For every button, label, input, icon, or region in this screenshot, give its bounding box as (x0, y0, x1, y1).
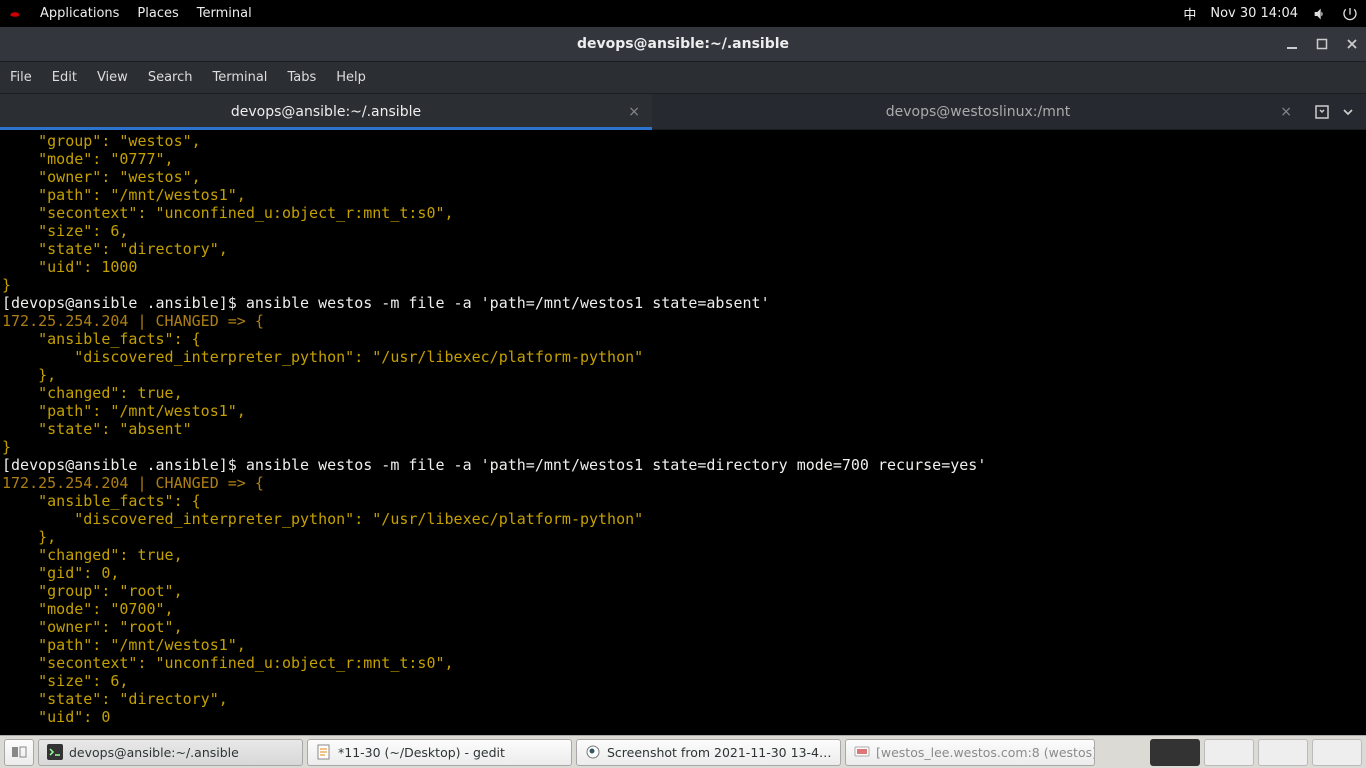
distro-logo-icon (8, 7, 22, 21)
applications-menu[interactable]: Applications (40, 6, 119, 21)
task-bar: devops@ansible:~/.ansible *11-30 (~/Desk… (0, 735, 1366, 768)
power-icon[interactable] (1342, 6, 1358, 22)
menu-view[interactable]: View (97, 70, 128, 85)
menu-search[interactable]: Search (148, 70, 193, 85)
terminal-output[interactable]: "group": "westos", "mode": "0777", "owne… (0, 130, 1366, 735)
tab-label: devops@westoslinux:/mnt (886, 104, 1070, 120)
virt-icon (854, 744, 870, 760)
menu-bar: File Edit View Search Terminal Tabs Help (0, 62, 1366, 94)
maximize-button[interactable] (1314, 36, 1330, 52)
task-label: [westos_lee.westos.com:8 (westos)… (876, 745, 1095, 760)
terminal-icon (47, 744, 63, 760)
tab-label: devops@ansible:~/.ansible (231, 104, 421, 120)
clock[interactable]: Nov 30 14:04 (1210, 6, 1298, 21)
window-titlebar[interactable]: devops@ansible:~/.ansible (0, 27, 1366, 62)
tray-slot[interactable] (1150, 739, 1200, 766)
task-gedit[interactable]: *11-30 (~/Desktop) - gedit (307, 739, 572, 766)
task-label: devops@ansible:~/.ansible (69, 745, 239, 760)
tray-slot[interactable] (1204, 739, 1254, 766)
task-label: Screenshot from 2021-11-30 13-4… (607, 745, 831, 760)
minimize-button[interactable] (1284, 36, 1300, 52)
task-image-viewer[interactable]: Screenshot from 2021-11-30 13-4… (576, 739, 841, 766)
menu-tabs[interactable]: Tabs (287, 70, 316, 85)
eye-icon (585, 744, 601, 760)
top-panel: Applications Places Terminal 中 Nov 30 14… (0, 0, 1366, 27)
volume-icon[interactable] (1312, 6, 1328, 22)
task-label: *11-30 (~/Desktop) - gedit (338, 745, 505, 760)
active-app-label[interactable]: Terminal (197, 6, 252, 21)
workspace-switcher[interactable] (4, 739, 34, 766)
menu-file[interactable]: File (10, 70, 32, 85)
terminal-window: devops@ansible:~/.ansible File Edit View… (0, 27, 1366, 735)
window-title: devops@ansible:~/.ansible (577, 36, 789, 52)
tab-ansible[interactable]: devops@ansible:~/.ansible × (0, 94, 652, 129)
new-tab-button[interactable] (1314, 104, 1330, 120)
menu-terminal[interactable]: Terminal (212, 70, 267, 85)
tab-strip: devops@ansible:~/.ansible × devops@westo… (0, 94, 1366, 130)
places-menu[interactable]: Places (137, 6, 178, 21)
task-terminal[interactable]: devops@ansible:~/.ansible (38, 739, 303, 766)
tab-westoslinux[interactable]: devops@westoslinux:/mnt × (652, 94, 1304, 129)
system-tray (1150, 739, 1362, 766)
close-tab-icon[interactable]: × (1280, 104, 1292, 120)
input-method-indicator[interactable]: 中 (1183, 4, 1196, 23)
close-button[interactable] (1344, 36, 1360, 52)
tray-slot[interactable] (1258, 739, 1308, 766)
tray-slot[interactable] (1312, 739, 1362, 766)
tab-menu-button[interactable] (1340, 104, 1356, 120)
gedit-icon (316, 744, 332, 760)
menu-help[interactable]: Help (336, 70, 366, 85)
task-virt-manager[interactable]: [westos_lee.westos.com:8 (westos)… (845, 739, 1095, 766)
close-tab-icon[interactable]: × (628, 104, 640, 120)
menu-edit[interactable]: Edit (52, 70, 77, 85)
